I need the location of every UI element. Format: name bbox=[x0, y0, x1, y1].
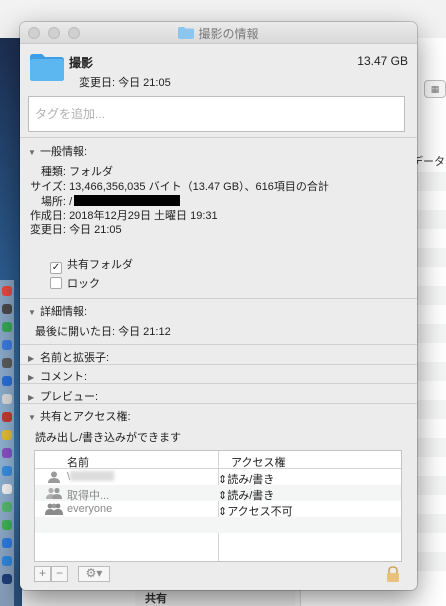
finder-rows bbox=[415, 172, 446, 571]
table-rows: \ ⇕読み/書き 取得中... ⇕読み/書き everyone ⇕アクセス不可 bbox=[35, 469, 401, 549]
section-general-title: 一般情報: bbox=[40, 146, 88, 158]
modified-row: 変更日: 今日 21:05 bbox=[20, 221, 122, 237]
section-more-info[interactable]: ▼ 詳細情報: bbox=[28, 303, 87, 319]
tags-input[interactable] bbox=[28, 96, 405, 132]
divider bbox=[20, 364, 417, 365]
dock-app-icon[interactable] bbox=[2, 286, 12, 296]
permissions-table[interactable]: 名前 アクセス権 \ ⇕読み/書き 取得中... ⇕読み/書き everyone… bbox=[34, 450, 402, 562]
user-name: everyone bbox=[67, 503, 113, 515]
action-menu-button[interactable]: ⚙▾ bbox=[78, 566, 110, 582]
size-label: サイズ: bbox=[30, 181, 66, 193]
modified-value: 今日 21:05 bbox=[69, 224, 122, 236]
kind-row: 種類: フォルダ bbox=[20, 163, 113, 179]
table-row[interactable]: everyone ⇕アクセス不可 bbox=[35, 501, 401, 518]
checkbox-checked-icon[interactable]: ✓ bbox=[50, 262, 62, 274]
dock-app-icon[interactable] bbox=[2, 322, 12, 332]
section-preview[interactable]: ▶ プレビュー: bbox=[28, 388, 98, 404]
disclosure-open-icon[interactable]: ▼ bbox=[28, 148, 40, 157]
section-comments[interactable]: ▶ コメント: bbox=[28, 368, 87, 384]
dock-app-icon[interactable] bbox=[2, 376, 12, 386]
kind-value: フォルダ bbox=[69, 166, 114, 178]
shared-folder-label: 共有フォルダ bbox=[67, 259, 133, 271]
add-user-button[interactable]: + bbox=[34, 566, 51, 582]
table-row[interactable]: \ ⇕読み/書き bbox=[35, 469, 401, 486]
locked-checkbox[interactable]: ロック bbox=[50, 275, 100, 291]
dock-app-icon[interactable] bbox=[2, 484, 12, 494]
dock-app-icon[interactable] bbox=[2, 358, 12, 368]
section-name-extension[interactable]: ▶ 名前と拡張子: bbox=[28, 349, 109, 365]
user-name: \ bbox=[67, 471, 115, 483]
folder-icon bbox=[30, 54, 64, 81]
checkbox-unchecked-icon[interactable] bbox=[50, 277, 62, 289]
user-icon bbox=[48, 471, 60, 483]
sharing-description: 読み出し/書き込みができます bbox=[35, 432, 182, 444]
sidebar-shared-label[interactable]: 共有 bbox=[145, 590, 167, 606]
disclosure-closed-icon[interactable]: ▶ bbox=[28, 393, 40, 402]
kind-label: 種類: bbox=[40, 166, 66, 178]
lock-icon[interactable] bbox=[386, 566, 400, 582]
locked-label: ロック bbox=[67, 278, 100, 290]
folder-icon bbox=[178, 27, 195, 39]
modified-label: 変更日: bbox=[29, 224, 66, 236]
section-name-extension-title: 名前と拡張子: bbox=[40, 352, 110, 364]
dock-app-icon[interactable] bbox=[2, 304, 12, 314]
section-comments-title: コメント: bbox=[40, 371, 88, 383]
dock bbox=[0, 280, 14, 606]
view-options-button[interactable]: ▦ bbox=[424, 80, 446, 98]
title-bar[interactable]: 撮影の情報 bbox=[20, 22, 417, 44]
dock-app-icon[interactable] bbox=[2, 412, 12, 422]
dock-app-icon[interactable] bbox=[2, 340, 12, 350]
disclosure-open-icon[interactable]: ▼ bbox=[28, 413, 40, 422]
column-header-name[interactable]: 名前 bbox=[67, 454, 89, 470]
modified-label: 変更日: bbox=[79, 77, 116, 89]
section-sharing[interactable]: ▼ 共有とアクセス権: bbox=[28, 408, 131, 424]
redacted-path bbox=[74, 195, 181, 206]
dock-app-icon[interactable] bbox=[2, 556, 12, 566]
section-preview-title: プレビュー: bbox=[40, 391, 99, 403]
header-modified: 変更日: 今日 21:05 bbox=[79, 74, 171, 90]
modified-value: 今日 21:05 bbox=[118, 77, 171, 89]
size-row: サイズ: 13,466,356,035 バイト（13.47 GB）、616項目の… bbox=[20, 178, 329, 194]
group-icon bbox=[46, 487, 62, 499]
dock-app-icon[interactable] bbox=[2, 538, 12, 548]
last-opened: 最後に開いた日: 今日 21:12 bbox=[35, 326, 171, 338]
size-value: 13,466,356,035 バイト（13.47 GB）、616項目の合計 bbox=[69, 181, 329, 193]
section-more-info-title: 詳細情報: bbox=[40, 306, 88, 318]
window-title: 撮影の情報 bbox=[198, 27, 259, 41]
dock-app-icon[interactable] bbox=[2, 466, 12, 476]
section-sharing-title: 共有とアクセス権: bbox=[40, 411, 131, 423]
dock-app-icon[interactable] bbox=[2, 394, 12, 404]
table-header: 名前 アクセス権 bbox=[35, 451, 401, 469]
dock-app-icon[interactable] bbox=[2, 430, 12, 440]
shared-folder-checkbox[interactable]: ✓ 共有フォルダ bbox=[50, 256, 133, 274]
divider bbox=[20, 298, 417, 299]
item-size: 13.47 GB bbox=[357, 54, 408, 68]
get-info-panel: 撮影の情報 撮影 13.47 GB 変更日: 今日 21:05 ▼一般情報: 種… bbox=[20, 22, 417, 590]
everyone-icon bbox=[45, 503, 63, 515]
dock-app-icon[interactable] bbox=[2, 448, 12, 458]
section-general[interactable]: ▼ 一般情報: bbox=[28, 143, 87, 159]
item-name: 撮影 bbox=[69, 56, 94, 70]
dock-app-icon[interactable] bbox=[2, 502, 12, 512]
dock-app-icon[interactable] bbox=[2, 574, 12, 584]
info-header: 撮影 13.47 GB 変更日: 今日 21:05 bbox=[20, 44, 417, 94]
divider bbox=[20, 403, 417, 404]
table-row-empty bbox=[35, 533, 401, 549]
table-row-empty bbox=[35, 517, 401, 533]
divider bbox=[20, 137, 417, 138]
disclosure-open-icon[interactable]: ▼ bbox=[28, 308, 40, 317]
remove-user-button[interactable]: − bbox=[51, 566, 68, 582]
dock-app-icon[interactable] bbox=[2, 520, 12, 530]
divider bbox=[20, 383, 417, 384]
column-header-privilege[interactable]: アクセス権 bbox=[231, 454, 285, 470]
divider bbox=[20, 344, 417, 345]
disclosure-closed-icon[interactable]: ▶ bbox=[28, 373, 40, 382]
disclosure-closed-icon[interactable]: ▶ bbox=[28, 354, 40, 363]
table-row[interactable]: 取得中... ⇕読み/書き bbox=[35, 485, 401, 502]
